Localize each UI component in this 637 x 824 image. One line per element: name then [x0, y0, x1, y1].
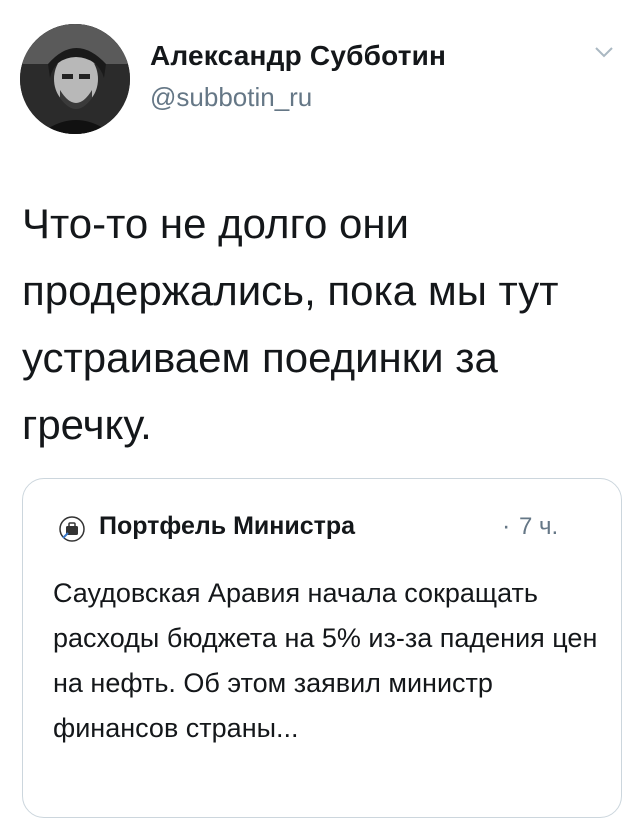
portfolio-logo-icon	[59, 516, 85, 542]
quoted-author-name[interactable]: Портфель Министра	[99, 512, 355, 541]
quoted-tweet[interactable]: Портфель Министра · 7 ч. Саудовская Арав…	[22, 478, 622, 818]
tweet-text: Что-то не долго они продержались, пока м…	[22, 200, 559, 448]
chevron-down-icon[interactable]	[592, 42, 616, 62]
user-avatar-photo	[20, 24, 130, 134]
author-avatar[interactable]	[20, 24, 130, 134]
quoted-timestamp[interactable]: 7 ч.	[519, 513, 558, 541]
tweet-card: Александр Субботин @subbotin_ru Что-то н…	[0, 0, 637, 824]
quoted-tweet-text: Саудовская Аравия начала сокращать расхо…	[53, 578, 598, 743]
author-name[interactable]: Александр Субботин	[150, 40, 446, 72]
author-handle[interactable]: @subbotin_ru	[150, 82, 312, 113]
quoted-separator: ·	[502, 512, 511, 540]
